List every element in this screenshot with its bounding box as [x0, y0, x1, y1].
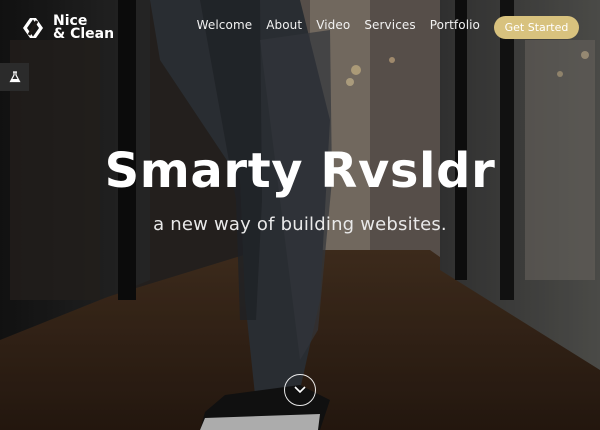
- get-started-button[interactable]: Get Started: [494, 16, 579, 39]
- nav-link-video[interactable]: Video: [316, 18, 350, 32]
- brand-logo[interactable]: Nice & Clean: [19, 14, 114, 42]
- nav-link-about[interactable]: About: [266, 18, 302, 32]
- top-navbar: Nice & Clean Welcome About Video Service…: [0, 0, 600, 56]
- nav-link-services[interactable]: Services: [364, 18, 415, 32]
- hero-section: Nice & Clean Welcome About Video Service…: [0, 0, 600, 430]
- nav-link-portfolio[interactable]: Portfolio: [430, 18, 480, 32]
- flask-icon: [8, 71, 21, 83]
- chevron-down-icon: [294, 386, 306, 394]
- nav-link-welcome[interactable]: Welcome: [197, 18, 253, 32]
- brand-line-2: & Clean: [53, 26, 115, 42]
- main-menu: Welcome About Video Services Portfolio: [197, 18, 480, 32]
- side-panel-toggle[interactable]: [0, 63, 29, 91]
- scroll-down-button[interactable]: [284, 374, 316, 406]
- hero-title: Smarty Rvsldr: [104, 143, 496, 199]
- brand-name: Nice & Clean: [53, 14, 115, 42]
- hero-subtitle: a new way of building websites.: [153, 214, 447, 235]
- logo-mark-icon: [23, 18, 43, 38]
